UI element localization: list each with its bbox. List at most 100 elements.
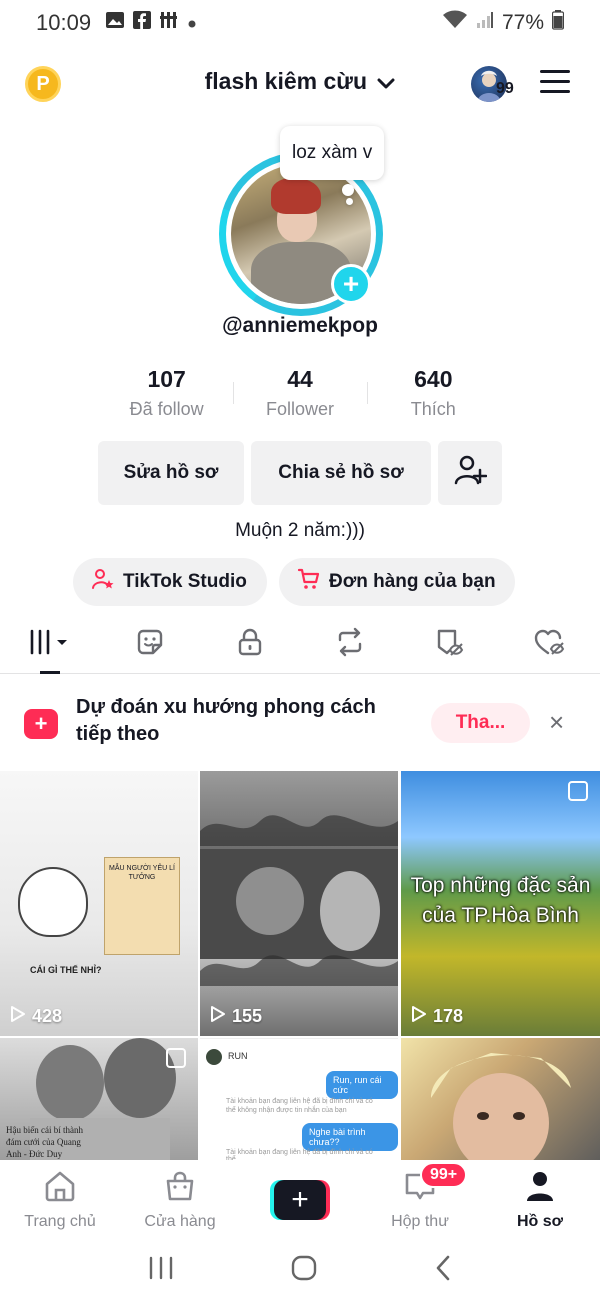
content-tabs (0, 616, 600, 674)
video-tile[interactable]: Top những đặc sản của TP.Hòa Bình 178 (401, 771, 600, 1036)
video-thumbnail (200, 815, 398, 986)
share-profile-button[interactable]: Chia sẻ hồ sơ (251, 441, 431, 505)
tiktok-studio-label: TikTok Studio (123, 571, 247, 592)
profile-icon (525, 1170, 555, 1207)
home-button-icon[interactable] (290, 1254, 318, 1287)
nav-home[interactable]: Trang chủ (0, 1160, 120, 1240)
status-time: 10:09 (36, 10, 92, 35)
video-caption: Top những đặc sản của TP.Hòa Bình (410, 874, 591, 927)
video-thumbnail (431, 1053, 571, 1160)
video-grid: MẪU NGƯỜI YÊU LÍ TƯỞNG CÁI GÌ THẾ NHỈ? 4… (0, 771, 600, 1160)
stat-following-label: Đã follow (129, 399, 204, 419)
note-bubble-tail (342, 184, 354, 196)
orders-label: Đơn hàng của bạn (329, 571, 496, 592)
nav-create[interactable]: + (240, 1160, 360, 1240)
profile-header: P flash kiêm cừu 99 (0, 56, 600, 112)
studio-icon (91, 567, 115, 597)
video-tile[interactable]: Hậu biến cái bí thành đám cưới của Quang… (0, 1038, 198, 1160)
profile-stats: 107 Đã follow 44 Follower 640 Thích (100, 366, 500, 426)
repost-icon (334, 627, 366, 662)
profile-handle: @anniemekpop (222, 314, 378, 337)
view-count: 428 (10, 1005, 62, 1028)
nav-inbox[interactable]: Hộp thư 99+ (360, 1160, 480, 1240)
add-user-icon (453, 453, 488, 493)
inbox-badge: 99+ (420, 1162, 468, 1188)
tiktok-studio-button[interactable]: TikTok Studio (73, 558, 267, 606)
orders-button[interactable]: Đơn hàng của bạn (279, 558, 515, 606)
stat-following-value: 107 (147, 366, 186, 392)
trend-text: Dự đoán xu hướng phong cách tiếp theo (76, 696, 376, 745)
chat-notice: Tài khoản bạn đang liên hệ đã bị đình ch… (226, 1098, 373, 1114)
recent-apps-icon[interactable] (147, 1256, 175, 1285)
close-icon[interactable]: × (549, 709, 564, 735)
battery-percent: 77% (501, 11, 544, 34)
tab-private[interactable] (200, 616, 300, 673)
view-count-value: 178 (433, 1006, 464, 1026)
nav-shop[interactable]: Cửa hàng (120, 1160, 240, 1240)
grid-videos-icon (28, 627, 72, 662)
tab-videos[interactable] (0, 616, 100, 674)
note-bubble[interactable]: loz xàm v (280, 126, 385, 180)
video-caption: CÁI GÌ THẾ NHỈ? (30, 965, 102, 975)
status-bar: 10:09 77% (0, 0, 600, 46)
add-friend-button[interactable] (438, 441, 502, 505)
tab-stickers[interactable] (100, 616, 200, 673)
home-icon (43, 1170, 77, 1207)
stat-followers-value: 44 (287, 366, 313, 392)
play-icon (10, 1005, 26, 1028)
chat-bubble: Nghe bài trình chưa?? (302, 1123, 398, 1151)
tab-favorites[interactable] (400, 616, 500, 673)
chat-name: RUN (228, 1051, 248, 1061)
tab-reposts[interactable] (300, 616, 400, 673)
video-tile[interactable]: 155 (200, 771, 398, 1036)
sticker-icon (135, 627, 165, 662)
chat-notice: Tài khoản bạn đang liên hệ đã bị đình ch… (226, 1149, 373, 1160)
photo-carousel-icon (166, 1048, 186, 1068)
note-bubble-tail-small (346, 198, 353, 205)
nav-shop-label: Cửa hàng (144, 1212, 216, 1230)
stat-following[interactable]: 107 Đã follow (100, 366, 233, 426)
trend-plus-icon: + (24, 709, 58, 739)
cart-icon (297, 567, 321, 597)
system-navigation (0, 1240, 600, 1300)
create-button[interactable]: + (270, 1180, 330, 1220)
view-count-value: 155 (232, 1006, 263, 1026)
video-caption: Hậu biến cái bí thành đám cưới của Quang… (6, 1125, 83, 1159)
create-plus-icon: + (274, 1180, 326, 1220)
nav-inbox-label: Hộp thư (391, 1212, 449, 1230)
profile-bio[interactable]: Muộn 2 năm:))) (0, 520, 600, 542)
signal-icon (476, 11, 494, 35)
photo-carousel-icon (568, 781, 588, 801)
bookmark-hidden-icon (434, 627, 466, 662)
view-count: 178 (411, 1005, 463, 1028)
video-tile[interactable]: MẪU NGƯỜI YÊU LÍ TƯỞNG CÁI GÌ THẾ NHỈ? 4… (0, 771, 198, 1036)
chat-bubble: Run, run cái cức (326, 1071, 398, 1099)
shopping-bag-icon (164, 1170, 196, 1207)
nav-home-label: Trang chủ (24, 1212, 96, 1230)
edit-profile-button[interactable]: Sửa hồ sơ (98, 441, 244, 505)
stat-likes[interactable]: 640 Thích (366, 366, 500, 426)
notification-app-icon (159, 10, 179, 36)
stat-followers[interactable]: 44 Follower (233, 366, 366, 426)
chevron-down-icon (377, 69, 395, 96)
lock-icon (235, 627, 265, 662)
video-tile[interactable]: RUN Run, run cái cức Tài khoản bạn đang … (200, 1038, 398, 1160)
nav-profile[interactable]: Hồ sơ (480, 1160, 600, 1240)
trend-join-button[interactable]: Tha... (431, 703, 530, 743)
video-tile[interactable] (401, 1038, 600, 1160)
add-story-plus-icon[interactable]: + (331, 264, 371, 304)
nav-profile-label: Hồ sơ (516, 1212, 564, 1230)
friends-count-badge: 99 (496, 80, 514, 97)
back-icon[interactable] (433, 1254, 453, 1287)
cartoon-blob (18, 867, 88, 937)
play-icon (210, 1005, 226, 1028)
video-card-text: MẪU NGƯỜI YÊU LÍ TƯỞNG (104, 857, 180, 955)
tab-liked[interactable] (500, 616, 600, 673)
view-count-value: 428 (32, 1006, 63, 1026)
play-icon (411, 1005, 427, 1028)
wifi-icon (442, 10, 468, 36)
stat-likes-label: Thích (410, 399, 456, 419)
menu-icon[interactable] (540, 70, 570, 96)
facebook-icon (133, 11, 152, 35)
gallery-icon (105, 11, 125, 35)
